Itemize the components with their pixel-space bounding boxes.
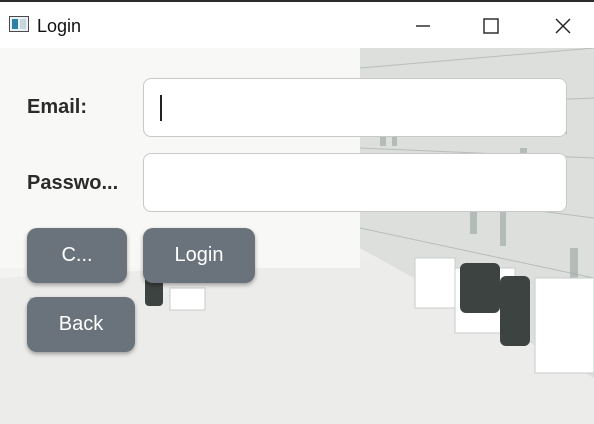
login-window: Login Email: Passwo... C... Login Back <box>0 0 594 424</box>
password-field[interactable] <box>143 153 567 212</box>
maximize-icon <box>483 18 499 34</box>
title-bar: Login <box>0 4 594 48</box>
password-label: Passwo... <box>27 172 119 194</box>
minimize-icon <box>416 25 430 27</box>
email-label: Email: <box>27 96 88 118</box>
close-button[interactable] <box>540 4 586 48</box>
close-icon <box>555 18 571 34</box>
login-button[interactable]: Login <box>143 228 255 283</box>
email-field[interactable] <box>143 78 567 137</box>
create-button[interactable]: C... <box>27 228 127 283</box>
window-title: Login <box>37 16 82 36</box>
maximize-button[interactable] <box>468 4 514 48</box>
app-icon <box>9 16 29 32</box>
back-button[interactable]: Back <box>27 297 135 352</box>
minimize-button[interactable] <box>400 4 446 48</box>
login-content: Email: Passwo... C... Login Back <box>0 48 594 424</box>
text-cursor <box>160 95 162 121</box>
